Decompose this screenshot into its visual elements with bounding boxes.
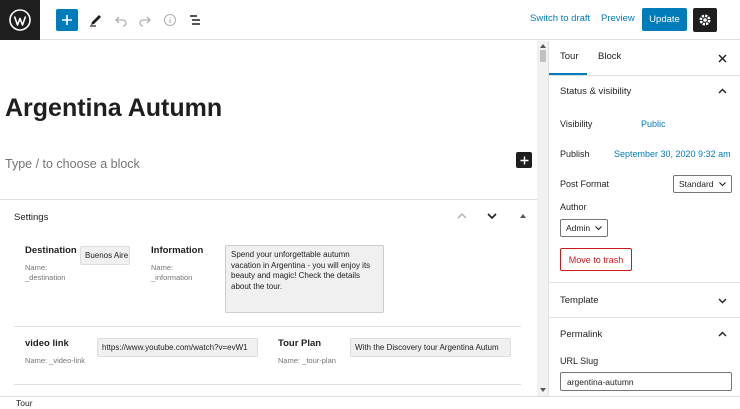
wordpress-logo-icon[interactable] — [0, 0, 40, 40]
template-toggle[interactable] — [717, 295, 727, 305]
move-down-button[interactable] — [485, 209, 499, 223]
chevron-up-icon — [457, 213, 467, 219]
url-slug-input[interactable]: argentina-autumn — [560, 372, 732, 391]
post-format-label: Post Format — [560, 179, 610, 189]
redo-button[interactable] — [133, 8, 157, 32]
settings-button[interactable] — [693, 8, 717, 32]
editor-scrollbar[interactable] — [537, 41, 548, 396]
update-button[interactable]: Update — [642, 8, 687, 31]
gear-icon — [699, 14, 711, 26]
close-icon — [718, 54, 726, 62]
triangle-up-icon — [520, 214, 526, 218]
plus-icon — [520, 156, 528, 164]
template-heading[interactable]: Template — [560, 295, 599, 306]
destination-field-name: Name: _destination — [25, 263, 66, 282]
add-block-button[interactable] — [56, 9, 78, 31]
field-row-divider — [14, 326, 521, 327]
video-link-label: video link — [25, 338, 69, 349]
publish-date-link[interactable]: September 30, 2020 9:32 am — [614, 149, 731, 159]
close-sidebar-button[interactable] — [717, 53, 727, 63]
chevron-down-icon — [719, 181, 726, 186]
permalink-heading[interactable]: Permalink — [560, 329, 602, 340]
list-view-icon — [190, 15, 200, 25]
visibility-value-link[interactable]: Public — [641, 119, 666, 129]
status-visibility-heading[interactable]: Status & visibility — [560, 86, 631, 97]
author-value: Admin — [566, 223, 591, 233]
chevron-down-icon — [487, 213, 497, 220]
chevron-down-icon — [595, 225, 602, 230]
author-select[interactable]: Admin — [560, 219, 608, 237]
sidebar-divider — [549, 75, 740, 76]
editor-canvas: Argentina Autumn Type / to choose a bloc… — [0, 41, 537, 396]
chevron-up-icon — [718, 88, 726, 93]
tab-block[interactable]: Block — [598, 51, 621, 62]
tour-plan-label: Tour Plan — [278, 338, 322, 349]
status-visibility-toggle[interactable] — [717, 86, 727, 96]
undo-button[interactable] — [109, 8, 133, 32]
undo-icon — [115, 16, 127, 27]
information-field-name: Name: _information — [151, 263, 193, 282]
scroll-up-arrow-icon[interactable] — [538, 42, 547, 50]
collapse-panel-button[interactable] — [516, 209, 530, 223]
post-format-select[interactable]: Standard — [673, 175, 732, 193]
destination-input[interactable]: Buenos Aire — [80, 246, 130, 265]
tab-tour[interactable]: Tour — [560, 51, 578, 62]
information-label: Information — [151, 245, 204, 256]
info-icon — [163, 13, 177, 27]
custom-fields-panel: Settings Destination Name: _destination … — [0, 199, 537, 396]
redo-icon — [139, 16, 151, 27]
editor-toolbar: Switch to draft Preview Update — [0, 0, 740, 40]
block-breadcrumb-bar: Tour — [0, 396, 740, 409]
publish-label: Publish — [560, 149, 590, 159]
inline-add-block-button[interactable] — [516, 152, 532, 168]
pencil-icon — [90, 15, 101, 27]
information-textarea[interactable]: Spend your unforgettable autumn vacation… — [225, 245, 384, 313]
chevron-up-icon — [718, 331, 726, 336]
video-link-field-name: Name: _video-link — [25, 356, 86, 365]
tour-plan-input[interactable]: With the Discovery tour Argentina Autum — [350, 338, 511, 357]
author-label: Author — [560, 202, 587, 212]
details-button[interactable] — [158, 8, 182, 32]
visibility-label: Visibility — [560, 119, 593, 129]
sidebar-divider — [549, 317, 740, 318]
post-title[interactable]: Argentina Autumn — [5, 94, 222, 123]
field-row-divider — [14, 384, 521, 385]
permalink-toggle[interactable] — [717, 329, 727, 339]
move-up-button[interactable] — [455, 209, 469, 223]
settings-sidebar: Tour Block Status & visibility Visibilit… — [548, 41, 740, 396]
preview-button[interactable]: Preview — [601, 13, 635, 24]
video-link-input[interactable]: https://www.youtube.com/watch?v=evW1 — [97, 338, 258, 357]
sidebar-divider — [549, 282, 740, 283]
url-slug-label: URL Slug — [560, 356, 599, 366]
plus-icon — [62, 15, 72, 25]
block-placeholder[interactable]: Type / to choose a block — [5, 157, 140, 171]
post-format-value: Standard — [679, 179, 714, 189]
destination-label: Destination — [25, 245, 77, 256]
list-view-button[interactable] — [183, 8, 207, 32]
editor-scrollbar-thumb[interactable] — [540, 50, 546, 62]
tools-button[interactable] — [84, 8, 108, 32]
move-to-trash-button[interactable]: Move to trash — [560, 248, 632, 271]
breadcrumb[interactable]: Tour — [16, 398, 33, 408]
tour-plan-field-name: Name: _tour-plan — [278, 356, 336, 365]
settings-panel-title: Settings — [14, 212, 49, 223]
chevron-down-icon — [718, 298, 726, 303]
scroll-down-arrow-icon[interactable] — [538, 386, 547, 394]
switch-to-draft-button[interactable]: Switch to draft — [530, 13, 590, 24]
